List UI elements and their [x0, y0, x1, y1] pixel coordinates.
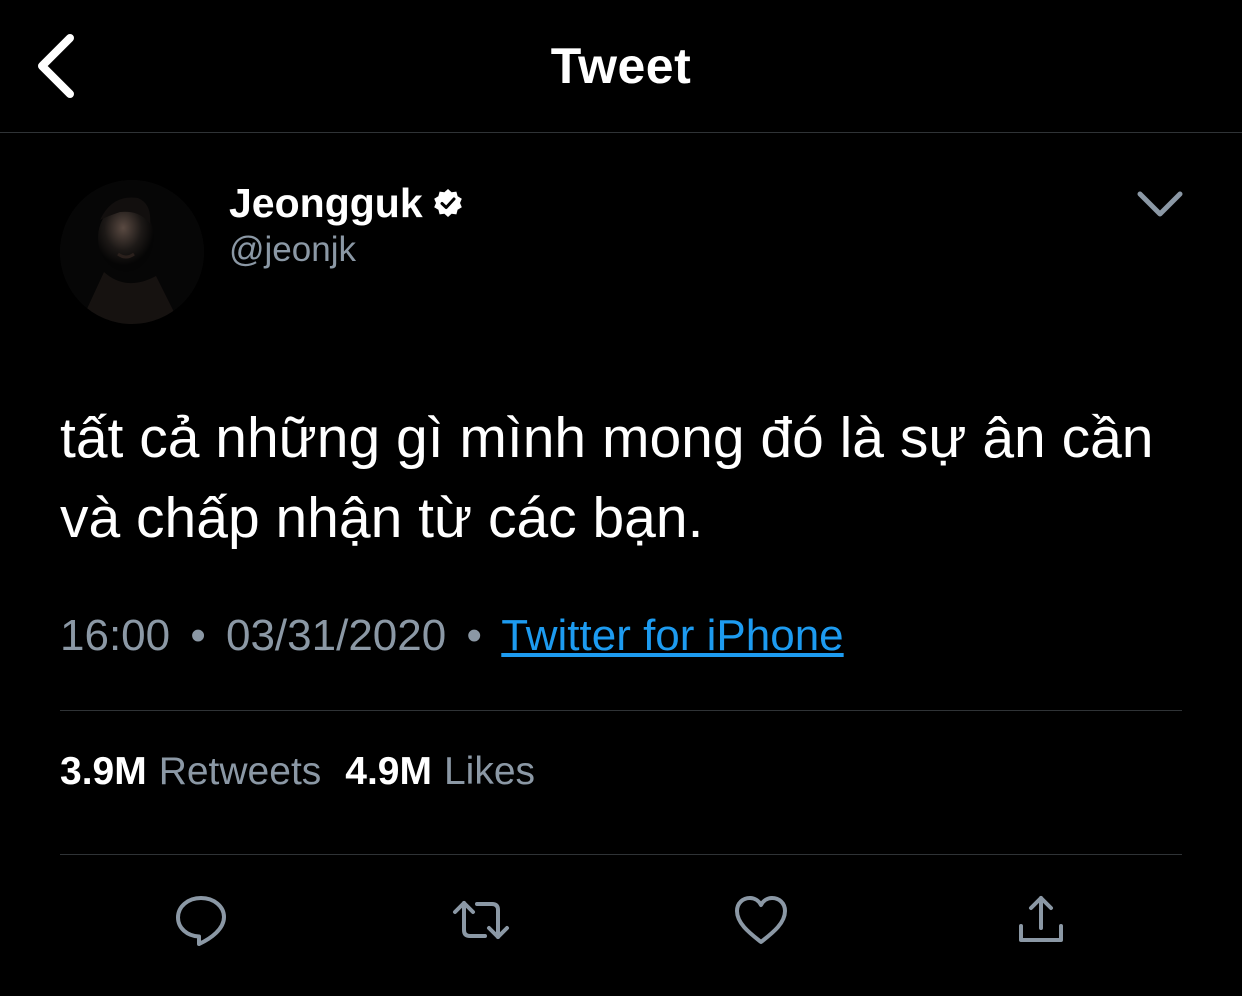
reply-icon — [176, 896, 226, 946]
avatar-image — [60, 180, 204, 324]
author-display-name[interactable]: Jeongguk — [229, 180, 423, 226]
likes-label: Likes — [443, 750, 536, 793]
divider — [60, 710, 1182, 711]
top-bar: Tweet — [0, 0, 1242, 133]
reply-button[interactable] — [171, 890, 231, 950]
tweet-date: 03/31/2020 — [225, 611, 447, 660]
share-button[interactable] — [1011, 890, 1071, 950]
likes-count: 4.9M — [345, 750, 432, 793]
likes-stat[interactable]: 4.9M Likes — [345, 750, 535, 793]
verified-badge-icon — [433, 188, 463, 218]
meta-separator: • — [190, 611, 206, 660]
tweet-time: 16:00 — [60, 611, 171, 660]
author-handle[interactable]: @jeonjk — [229, 229, 356, 271]
tweet-menu-button[interactable] — [1134, 184, 1186, 224]
page-title: Tweet — [550, 38, 692, 94]
tweet-metadata: 16:00 • 03/31/2020 • Twitter for iPhone — [60, 608, 844, 664]
avatar[interactable] — [60, 180, 204, 324]
retweet-button[interactable] — [451, 890, 511, 950]
like-button[interactable] — [731, 890, 791, 950]
divider — [60, 854, 1182, 855]
tweet-text: tất cả những gì mình mong đó là sự ân cầ… — [60, 406, 1154, 550]
tweet-stats: 3.9M Retweets 4.9M Likes — [60, 748, 535, 796]
meta-separator: • — [466, 611, 482, 660]
retweets-count: 3.9M — [60, 750, 147, 793]
share-icon — [1019, 896, 1063, 942]
chevron-down-icon — [1137, 191, 1183, 217]
retweets-label: Retweets — [158, 750, 322, 793]
author-row[interactable]: Jeongguk — [229, 178, 463, 228]
retweets-stat[interactable]: 3.9M Retweets — [60, 750, 321, 793]
like-icon — [735, 896, 787, 944]
retweet-icon — [453, 901, 509, 939]
tweet-source-link[interactable]: Twitter for iPhone — [501, 611, 843, 660]
